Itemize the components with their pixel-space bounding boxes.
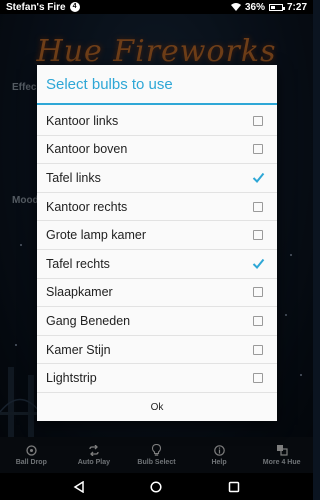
status-bar: Stefan's Fire 4 36% 7:27 — [0, 0, 313, 14]
back-button[interactable] — [72, 480, 86, 494]
bulb-label: Lightstrip — [46, 371, 97, 386]
dialog-title: Select bulbs to use — [46, 75, 173, 93]
bulb-row[interactable]: Kantoor rechts — [37, 193, 277, 222]
ok-button[interactable]: Ok — [141, 398, 174, 417]
bulb-label: Tafel rechts — [46, 256, 110, 271]
bulb-label: Kantoor links — [46, 113, 119, 128]
bulb-row[interactable]: Tafel rechts — [37, 250, 277, 279]
wifi-icon — [230, 3, 241, 11]
battery-icon — [268, 3, 285, 11]
checkbox-unchecked[interactable] — [253, 315, 263, 326]
checkbox-unchecked[interactable] — [253, 230, 263, 241]
device-name: Stefan's Fire — [6, 1, 66, 13]
home-button[interactable] — [149, 480, 163, 494]
bulb-row[interactable]: Gang Beneden — [37, 307, 277, 336]
bulb-row[interactable]: Grote lamp kamer — [37, 221, 277, 250]
bulb-row[interactable]: Kantoor links — [37, 107, 277, 136]
checkbox-checked[interactable] — [252, 172, 265, 183]
checkbox-unchecked[interactable] — [253, 344, 263, 355]
bulb-label: Slaapkamer — [46, 285, 113, 300]
bulb-label: Tafel links — [46, 170, 101, 185]
back-icon — [73, 480, 84, 493]
dialog-divider — [37, 103, 277, 105]
checkbox-unchecked[interactable] — [253, 201, 263, 212]
recents-button[interactable] — [227, 480, 241, 494]
home-icon — [150, 480, 163, 493]
checkbox-checked[interactable] — [252, 258, 265, 269]
bulb-label: Kantoor boven — [46, 142, 128, 157]
bulb-row[interactable]: Kantoor boven — [37, 136, 277, 165]
check-icon — [252, 258, 265, 269]
clock: 7:27 — [286, 1, 307, 13]
bulb-label: Kamer Stijn — [46, 342, 111, 357]
battery-percent: 36% — [244, 1, 265, 13]
checkbox-unchecked[interactable] — [253, 287, 263, 298]
bulb-list: Kantoor links Kantoor boven Tafel links Kan… — [37, 107, 277, 393]
bulb-label: Gang Beneden — [46, 313, 131, 328]
bulb-label: Kantoor rechts — [46, 199, 128, 214]
checkbox-unchecked[interactable] — [253, 144, 263, 155]
notification-badge: 4 — [69, 2, 80, 12]
check-icon — [252, 172, 265, 183]
bulb-label: Grote lamp kamer — [46, 228, 147, 243]
bulb-row[interactable]: Kamer Stijn — [37, 336, 277, 365]
checkbox-unchecked[interactable] — [253, 373, 263, 384]
bulb-row[interactable]: Tafel links — [37, 164, 277, 193]
dialog-footer: Ok — [37, 393, 277, 423]
system-nav-bar — [0, 473, 313, 500]
bulb-row[interactable]: Lightstrip — [37, 364, 277, 393]
checkbox-unchecked[interactable] — [253, 115, 263, 126]
select-bulbs-dialog: Select bulbs to use Kantoor links Kantoor… — [37, 65, 277, 421]
recents-icon — [228, 481, 240, 492]
bulb-row[interactable]: Slaapkamer — [37, 279, 277, 308]
status-right: 36% 7:27 — [230, 1, 307, 13]
